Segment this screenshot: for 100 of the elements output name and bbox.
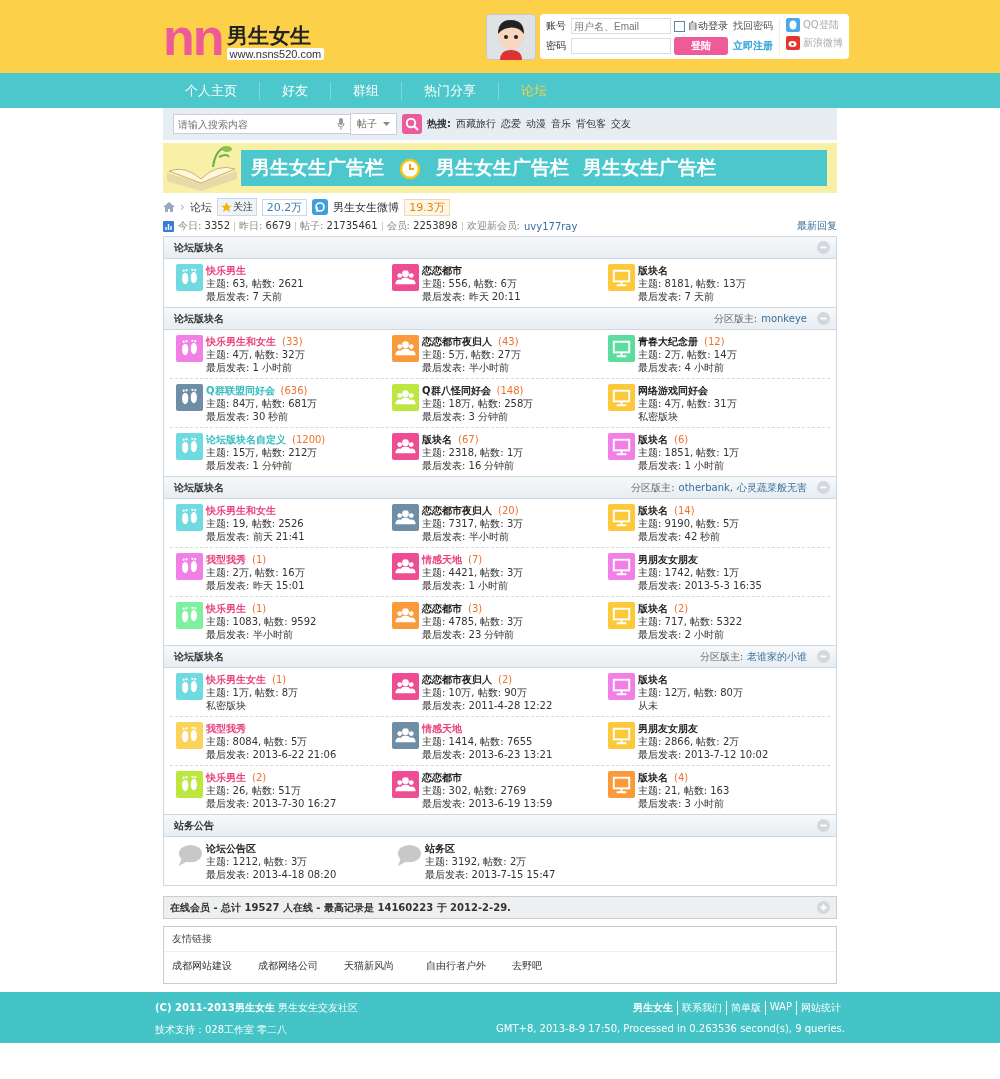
footprints-icon[interactable] bbox=[176, 264, 203, 291]
collapse-icon[interactable] bbox=[817, 650, 830, 663]
search-field[interactable]: 请输入搜索内容 bbox=[173, 114, 351, 134]
monitor-icon[interactable] bbox=[608, 384, 635, 411]
monitor-icon[interactable] bbox=[608, 504, 635, 531]
people-icon[interactable] bbox=[392, 433, 419, 460]
search-scope-dropdown[interactable]: 帖子 bbox=[350, 113, 397, 135]
search-button[interactable] bbox=[402, 114, 422, 134]
forum-name-link[interactable]: 快乐男生女生 bbox=[206, 673, 266, 686]
forum-name-link[interactable]: 恋恋都市 bbox=[422, 602, 462, 615]
latest-replies-link[interactable]: 最新回复 bbox=[797, 219, 837, 233]
forum-name-link[interactable]: 版块名 bbox=[638, 602, 668, 615]
forum-name-link[interactable]: 版块名 bbox=[638, 504, 668, 517]
friend-link[interactable]: 成都网站建设 bbox=[172, 959, 232, 973]
collapse-icon[interactable] bbox=[817, 241, 830, 254]
friend-link[interactable]: 自由行者户外 bbox=[426, 959, 486, 973]
monitor-icon[interactable] bbox=[608, 335, 635, 362]
collapse-icon[interactable] bbox=[817, 819, 830, 832]
people-icon[interactable] bbox=[392, 673, 419, 700]
footprints-icon[interactable] bbox=[176, 335, 203, 362]
moderator-link[interactable]: monkeye bbox=[761, 313, 807, 324]
expand-icon[interactable] bbox=[817, 901, 830, 914]
people-icon[interactable] bbox=[392, 504, 419, 531]
hot-search-link[interactable]: 交友 bbox=[611, 117, 631, 131]
forum-name-link[interactable]: 快乐男生 bbox=[206, 602, 246, 615]
weibo-icon[interactable] bbox=[312, 199, 329, 215]
account-field[interactable]: 用户名、Email bbox=[571, 18, 671, 34]
forum-name-link[interactable]: 快乐男生 bbox=[206, 771, 246, 784]
forum-name-link[interactable]: 恋恋都市夜归人 bbox=[422, 504, 492, 517]
footprints-icon[interactable] bbox=[176, 433, 203, 460]
people-icon[interactable] bbox=[392, 771, 419, 798]
forum-name-link[interactable]: 快乐男生 bbox=[206, 264, 246, 277]
forum-name-link[interactable]: 快乐男生和女生 bbox=[206, 335, 276, 348]
friend-link[interactable]: 天猫新风尚 bbox=[344, 959, 400, 973]
penguin-icon[interactable] bbox=[786, 18, 800, 32]
hot-search-link[interactable]: 恋爱 bbox=[501, 117, 521, 131]
forum-name-link[interactable]: 版块名 bbox=[638, 771, 668, 784]
people-icon[interactable] bbox=[392, 335, 419, 362]
monitor-icon[interactable] bbox=[608, 433, 635, 460]
collapse-icon[interactable] bbox=[817, 312, 830, 325]
forum-name-link[interactable]: 版块名 bbox=[638, 673, 668, 686]
forum-name-link[interactable]: 恋恋都市夜归人 bbox=[422, 335, 492, 348]
people-icon[interactable] bbox=[392, 264, 419, 291]
forum-name-link[interactable]: 版块名 bbox=[638, 264, 668, 277]
monitor-icon[interactable] bbox=[608, 553, 635, 580]
hot-search-link[interactable]: 动漫 bbox=[526, 117, 546, 131]
forum-name-link[interactable]: 站务区 bbox=[425, 842, 455, 855]
collapse-icon[interactable] bbox=[817, 481, 830, 494]
forum-name-link[interactable]: 男朋友女朋友 bbox=[638, 553, 698, 566]
forum-name-link[interactable]: 版块名 bbox=[638, 433, 668, 446]
weibo-icon[interactable] bbox=[786, 36, 800, 50]
footprints-icon[interactable] bbox=[176, 553, 203, 580]
speech-bubble-icon[interactable] bbox=[176, 842, 203, 869]
forum-name-link[interactable]: 我型我秀 bbox=[206, 722, 246, 735]
friend-link[interactable]: 去野吧 bbox=[512, 959, 568, 973]
home-icon[interactable] bbox=[163, 202, 175, 212]
hot-search-link[interactable]: 西藏旅行 bbox=[456, 117, 496, 131]
breadcrumb-link[interactable]: 论坛 bbox=[189, 199, 212, 215]
moderator-link[interactable]: 心灵蔬菜般无害 bbox=[737, 480, 807, 495]
footprints-icon[interactable] bbox=[176, 384, 203, 411]
follow-button[interactable]: 关注 bbox=[216, 198, 257, 216]
people-icon[interactable] bbox=[392, 384, 419, 411]
forum-name-link[interactable]: Q群八怪同好会 bbox=[422, 384, 491, 397]
speech-bubble-icon[interactable] bbox=[395, 842, 422, 869]
weibo-link[interactable]: 男生女生微博 bbox=[333, 199, 400, 215]
moderator-link[interactable]: otherbank, bbox=[678, 482, 733, 493]
forum-name-link[interactable]: 情感天地 bbox=[422, 722, 462, 735]
new-member-link[interactable]: uvy177ray bbox=[524, 220, 578, 232]
hot-search-link[interactable]: 音乐 bbox=[551, 117, 571, 131]
people-icon[interactable] bbox=[392, 722, 419, 749]
password-field[interactable] bbox=[571, 38, 671, 54]
hot-search-link[interactable]: 背包客 bbox=[576, 117, 606, 131]
forum-name-link[interactable]: 快乐男生和女生 bbox=[206, 504, 276, 517]
forum-name-link[interactable]: 恋恋都市 bbox=[422, 264, 462, 277]
monitor-icon[interactable] bbox=[608, 673, 635, 700]
microphone-icon[interactable] bbox=[337, 118, 345, 130]
forum-name-link[interactable]: 论坛公告区 bbox=[206, 842, 256, 855]
people-icon[interactable] bbox=[392, 553, 419, 580]
forum-name-link[interactable]: 青春大纪念册 bbox=[638, 335, 698, 348]
forum-name-link[interactable]: 恋恋都市 bbox=[422, 771, 462, 784]
monitor-icon[interactable] bbox=[608, 771, 635, 798]
checkbox[interactable] bbox=[674, 20, 685, 32]
forum-name-link[interactable]: 我型我秀 bbox=[206, 553, 246, 566]
forgot-password-link[interactable]: 找回密码 bbox=[733, 19, 773, 33]
footprints-icon[interactable] bbox=[176, 722, 203, 749]
monitor-icon[interactable] bbox=[608, 602, 635, 629]
monitor-icon[interactable] bbox=[608, 264, 635, 291]
footprints-icon[interactable] bbox=[176, 673, 203, 700]
monitor-icon[interactable] bbox=[608, 722, 635, 749]
moderator-link[interactable]: 老谁家的小谁 bbox=[747, 649, 807, 664]
forum-name-link[interactable]: 男朋友女朋友 bbox=[638, 722, 698, 735]
forum-name-link[interactable]: 恋恋都市夜归人 bbox=[422, 673, 492, 686]
people-icon[interactable] bbox=[392, 602, 419, 629]
forum-name-link[interactable]: 情感天地 bbox=[422, 553, 462, 566]
footprints-icon[interactable] bbox=[176, 771, 203, 798]
forum-name-link[interactable]: 版块名 bbox=[422, 433, 452, 446]
forum-name-link[interactable]: 网络游戏同好会 bbox=[638, 384, 708, 397]
friend-link[interactable]: 成都网络公司 bbox=[258, 959, 318, 973]
footprints-icon[interactable] bbox=[176, 504, 203, 531]
footprints-icon[interactable] bbox=[176, 602, 203, 629]
